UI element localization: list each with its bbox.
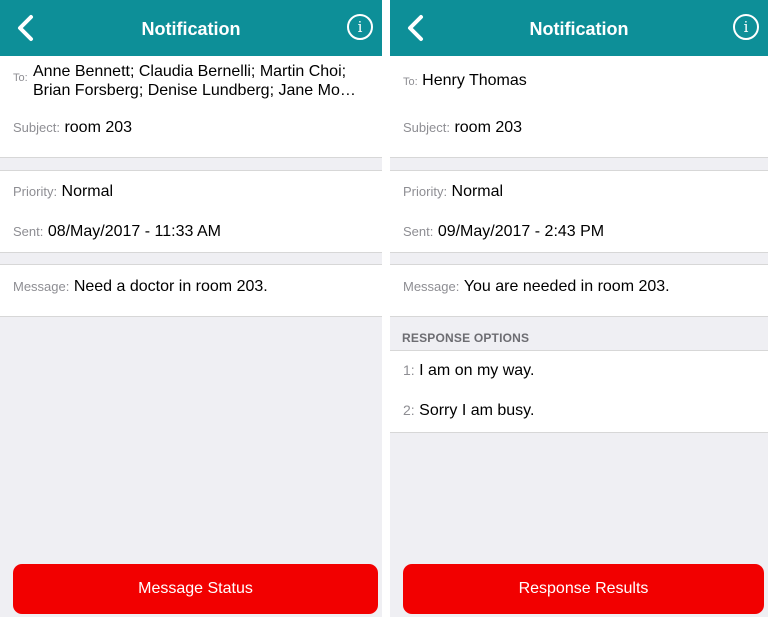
subject-row: Subject: room 203 bbox=[390, 106, 768, 158]
to-label: To: bbox=[13, 72, 28, 84]
message-row: Message: You are needed in room 203. bbox=[390, 264, 768, 317]
priority-value: Normal bbox=[451, 183, 504, 200]
subject-label: Subject: bbox=[13, 120, 60, 135]
nav-bar: Notification i bbox=[390, 0, 768, 57]
message-value: Need a doctor in room 203. bbox=[73, 278, 268, 295]
to-recipients-line2: Brian Forsberg; Denise Lundberg; Jane Mo… bbox=[33, 82, 356, 99]
message-status-button[interactable]: Message Status bbox=[13, 564, 378, 614]
notification-screen-left: Notification i To: Anne Bennett; Claudia… bbox=[0, 0, 382, 617]
info-button[interactable]: i bbox=[733, 14, 759, 40]
sent-row: Sent: 08/May/2017 - 11:33 AM bbox=[0, 211, 382, 253]
message-row: Message: Need a doctor in room 203. bbox=[0, 264, 382, 317]
to-recipients: Henry Thomas bbox=[422, 72, 527, 89]
priority-row: Priority: Normal bbox=[0, 170, 382, 212]
priority-value: Normal bbox=[61, 183, 114, 200]
subject-label: Subject: bbox=[403, 120, 450, 135]
subject-row: Subject: room 203 bbox=[0, 106, 382, 158]
info-button[interactable]: i bbox=[347, 14, 373, 40]
response-results-button[interactable]: Response Results bbox=[403, 564, 764, 614]
response-option-row[interactable]: 1: I am on my way. bbox=[390, 350, 768, 392]
info-circle-icon: i bbox=[357, 18, 363, 36]
page-title: Notification bbox=[529, 19, 629, 39]
subject-value: room 203 bbox=[454, 119, 523, 136]
response-options-header: RESPONSE OPTIONS bbox=[402, 331, 530, 345]
to-label: To: bbox=[403, 76, 418, 88]
sent-row: Sent: 09/May/2017 - 2:43 PM bbox=[390, 211, 768, 253]
to-recipients-line1: Anne Bennett; Claudia Bernelli; Martin C… bbox=[33, 63, 347, 80]
page-title: Notification bbox=[141, 19, 241, 39]
sent-value: 09/May/2017 - 2:43 PM bbox=[437, 223, 605, 240]
sent-label: Sent: bbox=[403, 224, 434, 239]
response-option-text: Sorry I am busy. bbox=[419, 402, 535, 419]
info-circle-icon: i bbox=[743, 18, 749, 36]
message-value: You are needed in room 203. bbox=[463, 278, 670, 295]
subject-value: room 203 bbox=[64, 119, 133, 136]
priority-label: Priority: bbox=[403, 184, 448, 199]
priority-row: Priority: Normal bbox=[390, 170, 768, 212]
response-option-text: I am on my way. bbox=[419, 362, 535, 379]
notification-screen-right: Notification i To: Henry Thomas Subject:… bbox=[390, 0, 768, 617]
sent-label: Sent: bbox=[13, 224, 44, 239]
message-label: Message: bbox=[403, 279, 460, 294]
response-option-number: 2: bbox=[403, 402, 415, 418]
response-option-row[interactable]: 2: Sorry I am busy. bbox=[390, 391, 768, 433]
to-row[interactable]: To: Anne Bennett; Claudia Bernelli; Mart… bbox=[0, 56, 382, 107]
priority-label: Priority: bbox=[13, 184, 58, 199]
sent-value: 08/May/2017 - 11:33 AM bbox=[47, 223, 221, 240]
message-label: Message: bbox=[13, 279, 70, 294]
nav-bar: Notification i bbox=[0, 0, 382, 57]
to-row[interactable]: To: Henry Thomas bbox=[390, 56, 768, 107]
response-option-number: 1: bbox=[403, 362, 415, 378]
